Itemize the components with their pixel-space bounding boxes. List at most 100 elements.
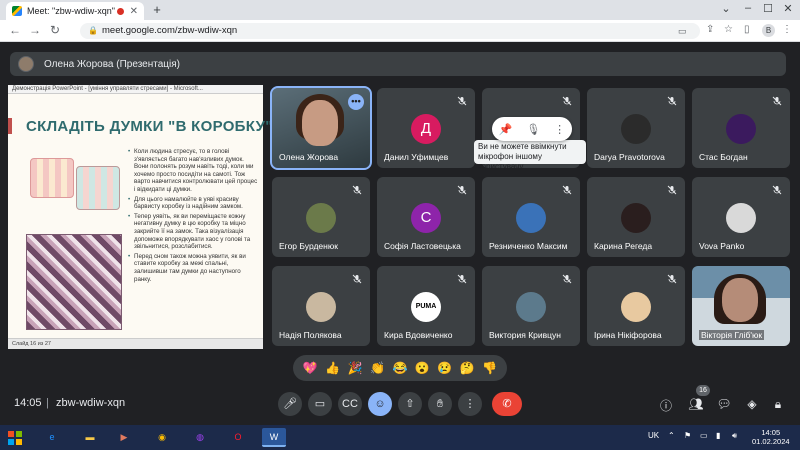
opera-icon[interactable]: O [226,428,250,447]
slide-bullet: Перед сном також можна уявити, як ви ста… [128,253,258,283]
network-icon[interactable]: ▮ [716,431,720,440]
participant-tile[interactable]: Д Данил Уфимцев [377,88,475,168]
camera-button[interactable]: ▭ [308,392,332,416]
mic-off-icon [352,185,362,195]
file-explorer-icon[interactable]: ▬ [78,428,102,447]
presentation-window-title: Демонстрація PowerPoint - [уміння управл… [8,85,263,94]
slide-bullet: Для цього намалюйте в уяві красиву барви… [128,196,258,211]
close-window-button[interactable]: ✕ [778,2,798,15]
media-player-icon[interactable]: ▶ [112,428,136,447]
slide: СКЛАДІТЬ ДУМКИ "В КОРОБКУ" Коли людина с… [8,94,272,338]
flag-icon[interactable]: ⚑ [684,431,691,440]
reload-button[interactable]: ↻ [48,23,62,37]
reaction-sad[interactable]: 😢 [437,361,452,375]
mic-off-icon [352,274,362,284]
emoji-reactions-button[interactable]: ☺ [368,392,392,416]
participant-tile[interactable]: Вікторія Гліб'юк [692,266,790,346]
slide-bullet: Коли людина стресує, то в голові з'являє… [128,148,258,194]
system-clock[interactable]: 14:05 01.02.2024 [752,428,790,446]
new-tab-button[interactable]: + [150,3,164,17]
mic-off-icon [772,185,782,195]
mic-off-icon [562,274,572,284]
battery-icon[interactable]: ▭ [700,431,708,440]
browser-tab[interactable]: Meet: "zbw-wdiw-xqn" ✕ [6,2,144,20]
more-options-button[interactable]: ⋮ [458,392,482,416]
participant-tile[interactable]: Егор Бурденюк [272,177,370,257]
ie-icon[interactable]: e [40,428,64,447]
volume-icon[interactable]: 🔊︎ [732,431,737,441]
camera-in-use-icon[interactable]: ▭ [678,23,687,39]
floral-box-illustration [26,234,122,330]
reaction-clap[interactable]: 👏 [370,361,385,375]
language-indicator[interactable]: UK [648,431,659,440]
chat-icon[interactable]: 💬︎ [716,397,732,411]
clock-date: 01.02.2024 [752,437,790,446]
presenter-avatar [18,56,34,72]
pin-icon[interactable]: 📌 [499,123,513,136]
minimize-button[interactable]: – [738,2,758,14]
url-field[interactable]: 🔒 meet.google.com/zbw-wdiw-xqn ▭ [80,23,700,39]
forward-button[interactable]: → [28,23,42,37]
participant-tile[interactable]: Ірина Нікіфорова [587,266,685,346]
back-button[interactable]: ← [8,23,22,37]
word-icon[interactable]: W [262,428,286,447]
maximize-button[interactable]: ☐ [758,2,778,15]
activities-icon[interactable]: ◈ [744,397,760,411]
raise-hand-button[interactable]: ✋︎ [428,392,452,416]
meeting-details-icon[interactable]: ⓘ [658,397,674,414]
slide-bullets: Коли людина стресує, то в голові з'являє… [128,148,258,285]
present-screen-button[interactable]: ⇧ [398,392,422,416]
participant-tile[interactable]: С Софія Ластовецька [377,177,475,257]
mic-off-icon [667,274,677,284]
tab-search-icon[interactable]: ⌄ [716,2,736,15]
bookmark-star-icon[interactable]: ☆ [724,24,733,35]
host-controls-icon[interactable]: 🔒︎ [770,397,786,412]
presenter-bar[interactable]: Олена Жорова (Презентація) [10,52,786,76]
participant-tile[interactable]: Стас Богдан [692,88,790,168]
meeting-controls-bar: 14:05 | zbw-wdiw-xqn 🎤︎ ▭ CC ☺ ⇧ ✋︎ ⋮ ✆ … [0,385,800,425]
mic-muted-icon[interactable]: 🎙 [526,123,540,136]
people-icon[interactable]: 👥︎ [688,397,704,411]
more-options-icon[interactable]: ••• [348,94,364,110]
participant-avatar [621,203,651,233]
participant-tile[interactable]: Виктория Кривцун [482,266,580,346]
participant-avatar: С [411,203,441,233]
participant-tile[interactable]: Резниченко Максим [482,177,580,257]
profile-avatar[interactable]: B [762,24,775,37]
chrome-icon[interactable]: ◉ [150,428,174,447]
reaction-heart[interactable]: 💖 [303,361,318,375]
shared-presentation[interactable]: Демонстрація PowerPoint - [уміння управл… [8,85,272,349]
participant-name: Вікторія Гліб'юк [699,330,765,340]
browser-menu-icon[interactable]: ⋮ [782,24,792,35]
participant-tile[interactable]: Darya Pravotorova [587,88,685,168]
tray-chevron-icon[interactable]: ⌃ [668,431,675,440]
participant-tile[interactable]: ••• Олена Жорова [270,86,372,170]
captions-button[interactable]: CC [338,392,362,416]
reaction-party[interactable]: 🎉 [348,361,363,375]
reaction-laugh[interactable]: 😂 [392,361,407,375]
participant-face [302,100,338,146]
participant-tile[interactable]: Vova Panko [692,177,790,257]
microphone-button[interactable]: 🎤︎ [278,392,302,416]
windows-start-icon[interactable] [8,431,22,445]
participant-face [722,278,758,322]
address-bar: ← → ↻ 🔒 meet.google.com/zbw-wdiw-xqn ▭ ⇪… [0,20,800,42]
reaction-thumbs-down[interactable]: 👎 [482,361,497,375]
app-icon[interactable]: ◍ [188,428,212,447]
participant-avatar [621,114,651,144]
reaction-thinking[interactable]: 🤔 [460,361,475,375]
mic-off-icon [457,274,467,284]
leave-call-button[interactable]: ✆ [492,392,522,416]
participant-avatar [516,203,546,233]
share-icon[interactable]: ⇪ [706,24,714,35]
participant-tile[interactable]: Надія Полякова [272,266,370,346]
reaction-surprised[interactable]: 😮 [415,361,430,375]
participant-name: Кира Вдовиченко [384,330,453,340]
participant-tile[interactable]: PUMA Кира Вдовиченко [377,266,475,346]
participant-tile[interactable]: Карина Регеда [587,177,685,257]
side-panel-icon[interactable]: ▯ [744,24,750,35]
close-tab-icon[interactable]: ✕ [130,6,138,17]
more-options-icon[interactable]: ⋮ [554,123,565,136]
mic-off-icon [667,185,677,195]
reaction-thumbs-up[interactable]: 👍 [325,361,340,375]
